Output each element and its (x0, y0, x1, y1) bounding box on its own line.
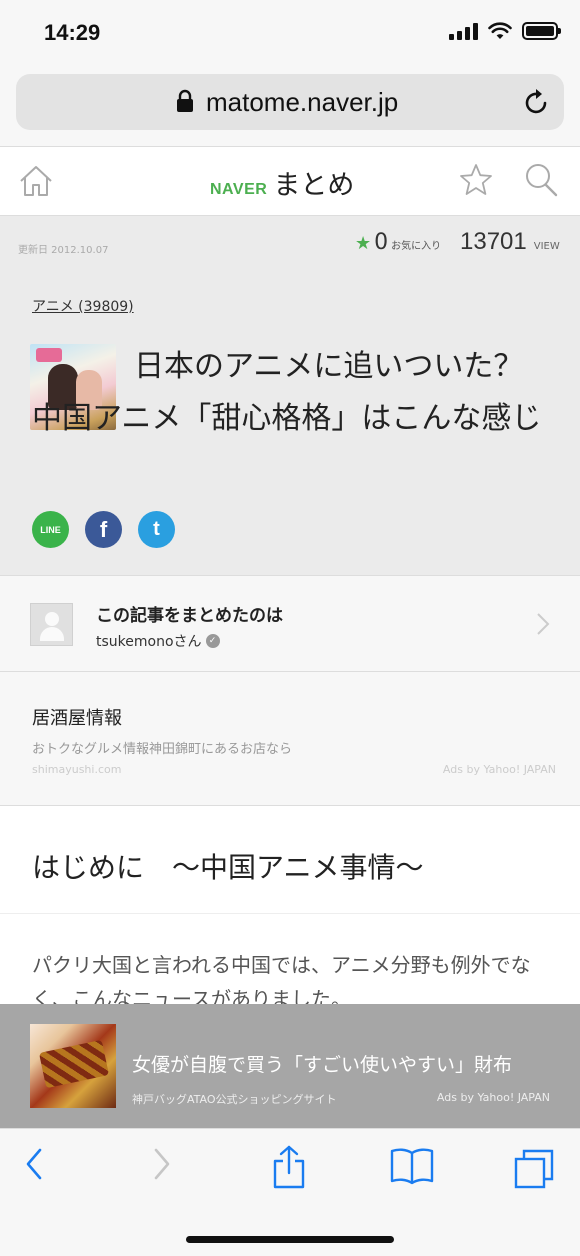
search-icon[interactable] (524, 162, 558, 198)
status-icons (449, 22, 561, 40)
site-header: NAVER まとめ (0, 146, 580, 216)
curator-label: この記事をまとめたのは (96, 606, 283, 626)
facebook-share-button[interactable]: f (85, 511, 122, 548)
twitter-share-button[interactable]: t (138, 511, 175, 548)
bottom-ads-by-label: Ads by Yahoo! JAPAN (436, 1091, 550, 1104)
home-icon[interactable] (18, 163, 54, 199)
cellular-signal-icon (449, 22, 478, 40)
section-heading: はじめに ～中国アニメ事情～ (0, 806, 580, 914)
logo-naver: NAVER (210, 181, 268, 198)
ads-by-label: Ads by Yahoo! JAPAN (442, 763, 556, 776)
bookmarks-icon[interactable] (390, 1147, 434, 1185)
lock-icon (177, 89, 193, 112)
bottom-ad-banner[interactable]: 女優が自腹で買う「すごい使いやすい」財布 神戸バッグATAO公式ショッピングサイ… (0, 1004, 580, 1128)
logo-matome: まとめ (273, 170, 355, 201)
share-buttons: LINE f t (32, 511, 175, 548)
battery-icon (522, 22, 561, 40)
article-title: 日本のアニメに追いついた？中国アニメ「甜心格格」はこんな感じ (32, 349, 542, 436)
ad-description: おトクなグルメ情報神田錦町にあるお店なら (32, 742, 293, 757)
bottom-ad-sub: 神戸バッグATAO公式ショッピングサイト (132, 1093, 337, 1106)
views-count: 13701 (460, 228, 527, 255)
views-label: VIEW (533, 241, 560, 252)
share-icon[interactable] (272, 1145, 306, 1189)
forward-icon[interactable] (152, 1147, 172, 1181)
view-counter: 13701 VIEW (460, 228, 560, 256)
tabs-icon[interactable] (514, 1149, 556, 1191)
ad-product-image (30, 1024, 116, 1108)
favorite-star-icon: ★ (355, 233, 372, 254)
section-heading-text: はじめに ～中国アニメ事情～ (32, 851, 424, 884)
favorite-star-icon[interactable] (458, 162, 494, 198)
favorites-counter[interactable]: ★ 0 お気に入り (355, 230, 441, 255)
back-icon[interactable] (24, 1147, 44, 1181)
favorites-label: お気に入り (391, 241, 442, 252)
line-share-button[interactable]: LINE (32, 511, 69, 548)
ad-title[interactable]: 居酒屋情報 (32, 704, 122, 730)
avatar (30, 603, 73, 646)
clock: 14:29 (44, 20, 101, 45)
chevron-right-icon (537, 613, 550, 635)
curator-row[interactable]: この記事をまとめたのは tsukemonoさん ✓ (0, 576, 580, 672)
verified-check-icon: ✓ (205, 634, 220, 648)
url-text[interactable]: matome.naver.jp (206, 87, 398, 118)
curator-user[interactable]: tsukemonoさん ✓ (96, 631, 220, 651)
address-bar[interactable]: matome.naver.jp (16, 74, 564, 130)
home-indicator[interactable] (186, 1236, 394, 1243)
updated-date: 更新日 2012.10.07 (18, 245, 109, 256)
favorites-count: 0 (374, 230, 389, 255)
ad-domain: shimayushi.com (32, 763, 122, 776)
curator-username: tsukemonoさん (96, 634, 202, 650)
bottom-ad-headline[interactable]: 女優が自腹で買う「すごい使いやすい」財布 (132, 1050, 512, 1077)
article-header: 更新日 2012.10.07 ★ 0 お気に入り 13701 VIEW アニメ … (0, 216, 580, 576)
site-logo[interactable]: NAVER まとめ (210, 163, 354, 202)
category-link[interactable]: アニメ (39809) (32, 296, 134, 316)
wifi-icon (488, 22, 512, 39)
status-bar: 14:29 (0, 0, 580, 70)
sponsored-ad[interactable]: 居酒屋情報 おトクなグルメ情報神田錦町にあるお店なら shimayushi.co… (0, 672, 580, 806)
reload-icon[interactable] (524, 88, 550, 116)
